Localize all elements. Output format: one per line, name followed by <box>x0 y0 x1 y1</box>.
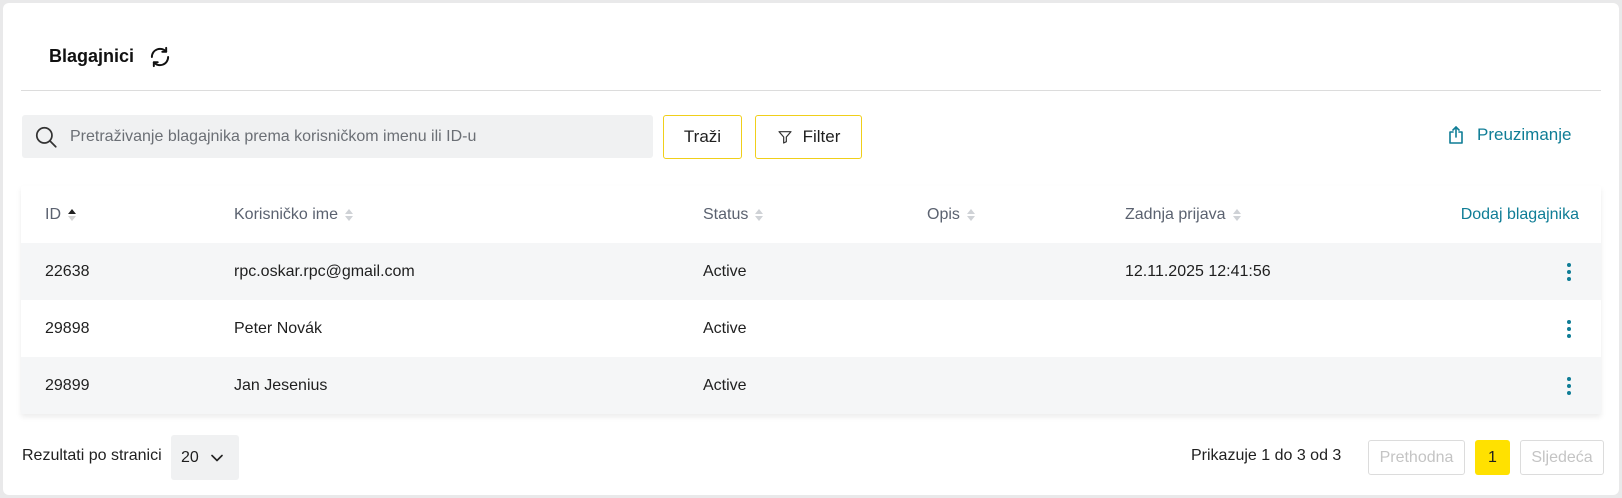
sort-icon <box>1232 207 1242 223</box>
sort-icon <box>344 207 354 223</box>
column-header-username[interactable]: Korisničko ime <box>234 186 354 243</box>
page-title: Blagajnici <box>49 46 135 66</box>
table-header: ID Korisničko ime Status Opis Zadnja pri… <box>21 186 1601 243</box>
cashiers-table: ID Korisničko ime Status Opis Zadnja pri… <box>21 186 1601 414</box>
column-header-status[interactable]: Status <box>703 186 764 243</box>
filter-button-label: Filter <box>802 127 841 146</box>
search-box <box>22 115 653 158</box>
page-header: Blagajnici <box>21 23 1601 91</box>
row-actions <box>1559 300 1579 357</box>
page-1-button[interactable]: 1 <box>1475 440 1510 475</box>
main-card: Blagajnici Traži Filter <box>3 3 1619 495</box>
sort-icon <box>754 207 764 223</box>
pagination-summary: Prikazuje 1 do 3 od 3 <box>1191 447 1342 464</box>
cell-status: Active <box>703 262 747 280</box>
cell-status: Active <box>703 376 747 394</box>
more-vertical-icon[interactable] <box>1559 317 1579 341</box>
column-header-last-login[interactable]: Zadnja prijava <box>1125 186 1242 243</box>
cell-username: Peter Novák <box>234 319 323 337</box>
cell-status: Active <box>703 319 747 337</box>
table-row[interactable]: 29898 Peter Novák Active <box>21 300 1601 357</box>
table-row[interactable]: 29899 Jan Jesenius Active <box>21 357 1601 414</box>
sort-asc-icon <box>67 207 77 223</box>
filter-icon <box>777 129 793 145</box>
next-page-button[interactable]: Sljedeća <box>1520 440 1604 475</box>
cell-username: rpc.oskar.rpc@gmail.com <box>234 262 415 280</box>
refresh-icon[interactable] <box>146 43 174 71</box>
cell-id: 29898 <box>45 319 90 337</box>
more-vertical-icon[interactable] <box>1559 374 1579 398</box>
table-row[interactable]: 22638 rpc.oskar.rpc@gmail.com Active 12.… <box>21 243 1601 300</box>
chevron-down-icon <box>210 454 223 462</box>
previous-page-button[interactable]: Prethodna <box>1368 440 1465 475</box>
download-link-label: Preuzimanje <box>1477 125 1572 144</box>
cell-id: 29899 <box>45 376 90 394</box>
download-link[interactable]: Preuzimanje <box>1447 125 1572 145</box>
more-vertical-icon[interactable] <box>1559 260 1579 284</box>
cell-username: Jan Jesenius <box>234 376 328 394</box>
per-page-select[interactable]: 20 <box>171 435 239 480</box>
add-cashier-link[interactable]: Dodaj blagajnika <box>1461 186 1579 243</box>
search-input[interactable] <box>70 127 630 146</box>
search-icon <box>32 123 60 151</box>
cell-last-login: 12.11.2025 12:41:56 <box>1125 262 1271 280</box>
per-page-value: 20 <box>181 448 199 466</box>
row-actions <box>1559 243 1579 300</box>
row-actions <box>1559 357 1579 414</box>
cell-id: 22638 <box>45 262 90 280</box>
search-button[interactable]: Traži <box>663 115 742 159</box>
share-upload-icon <box>1447 125 1465 145</box>
per-page-label: Rezultati po stranici <box>22 447 162 464</box>
column-header-id[interactable]: ID <box>45 186 77 243</box>
sort-icon <box>966 207 976 223</box>
column-header-description[interactable]: Opis <box>927 186 976 243</box>
filter-button[interactable]: Filter <box>755 115 862 159</box>
